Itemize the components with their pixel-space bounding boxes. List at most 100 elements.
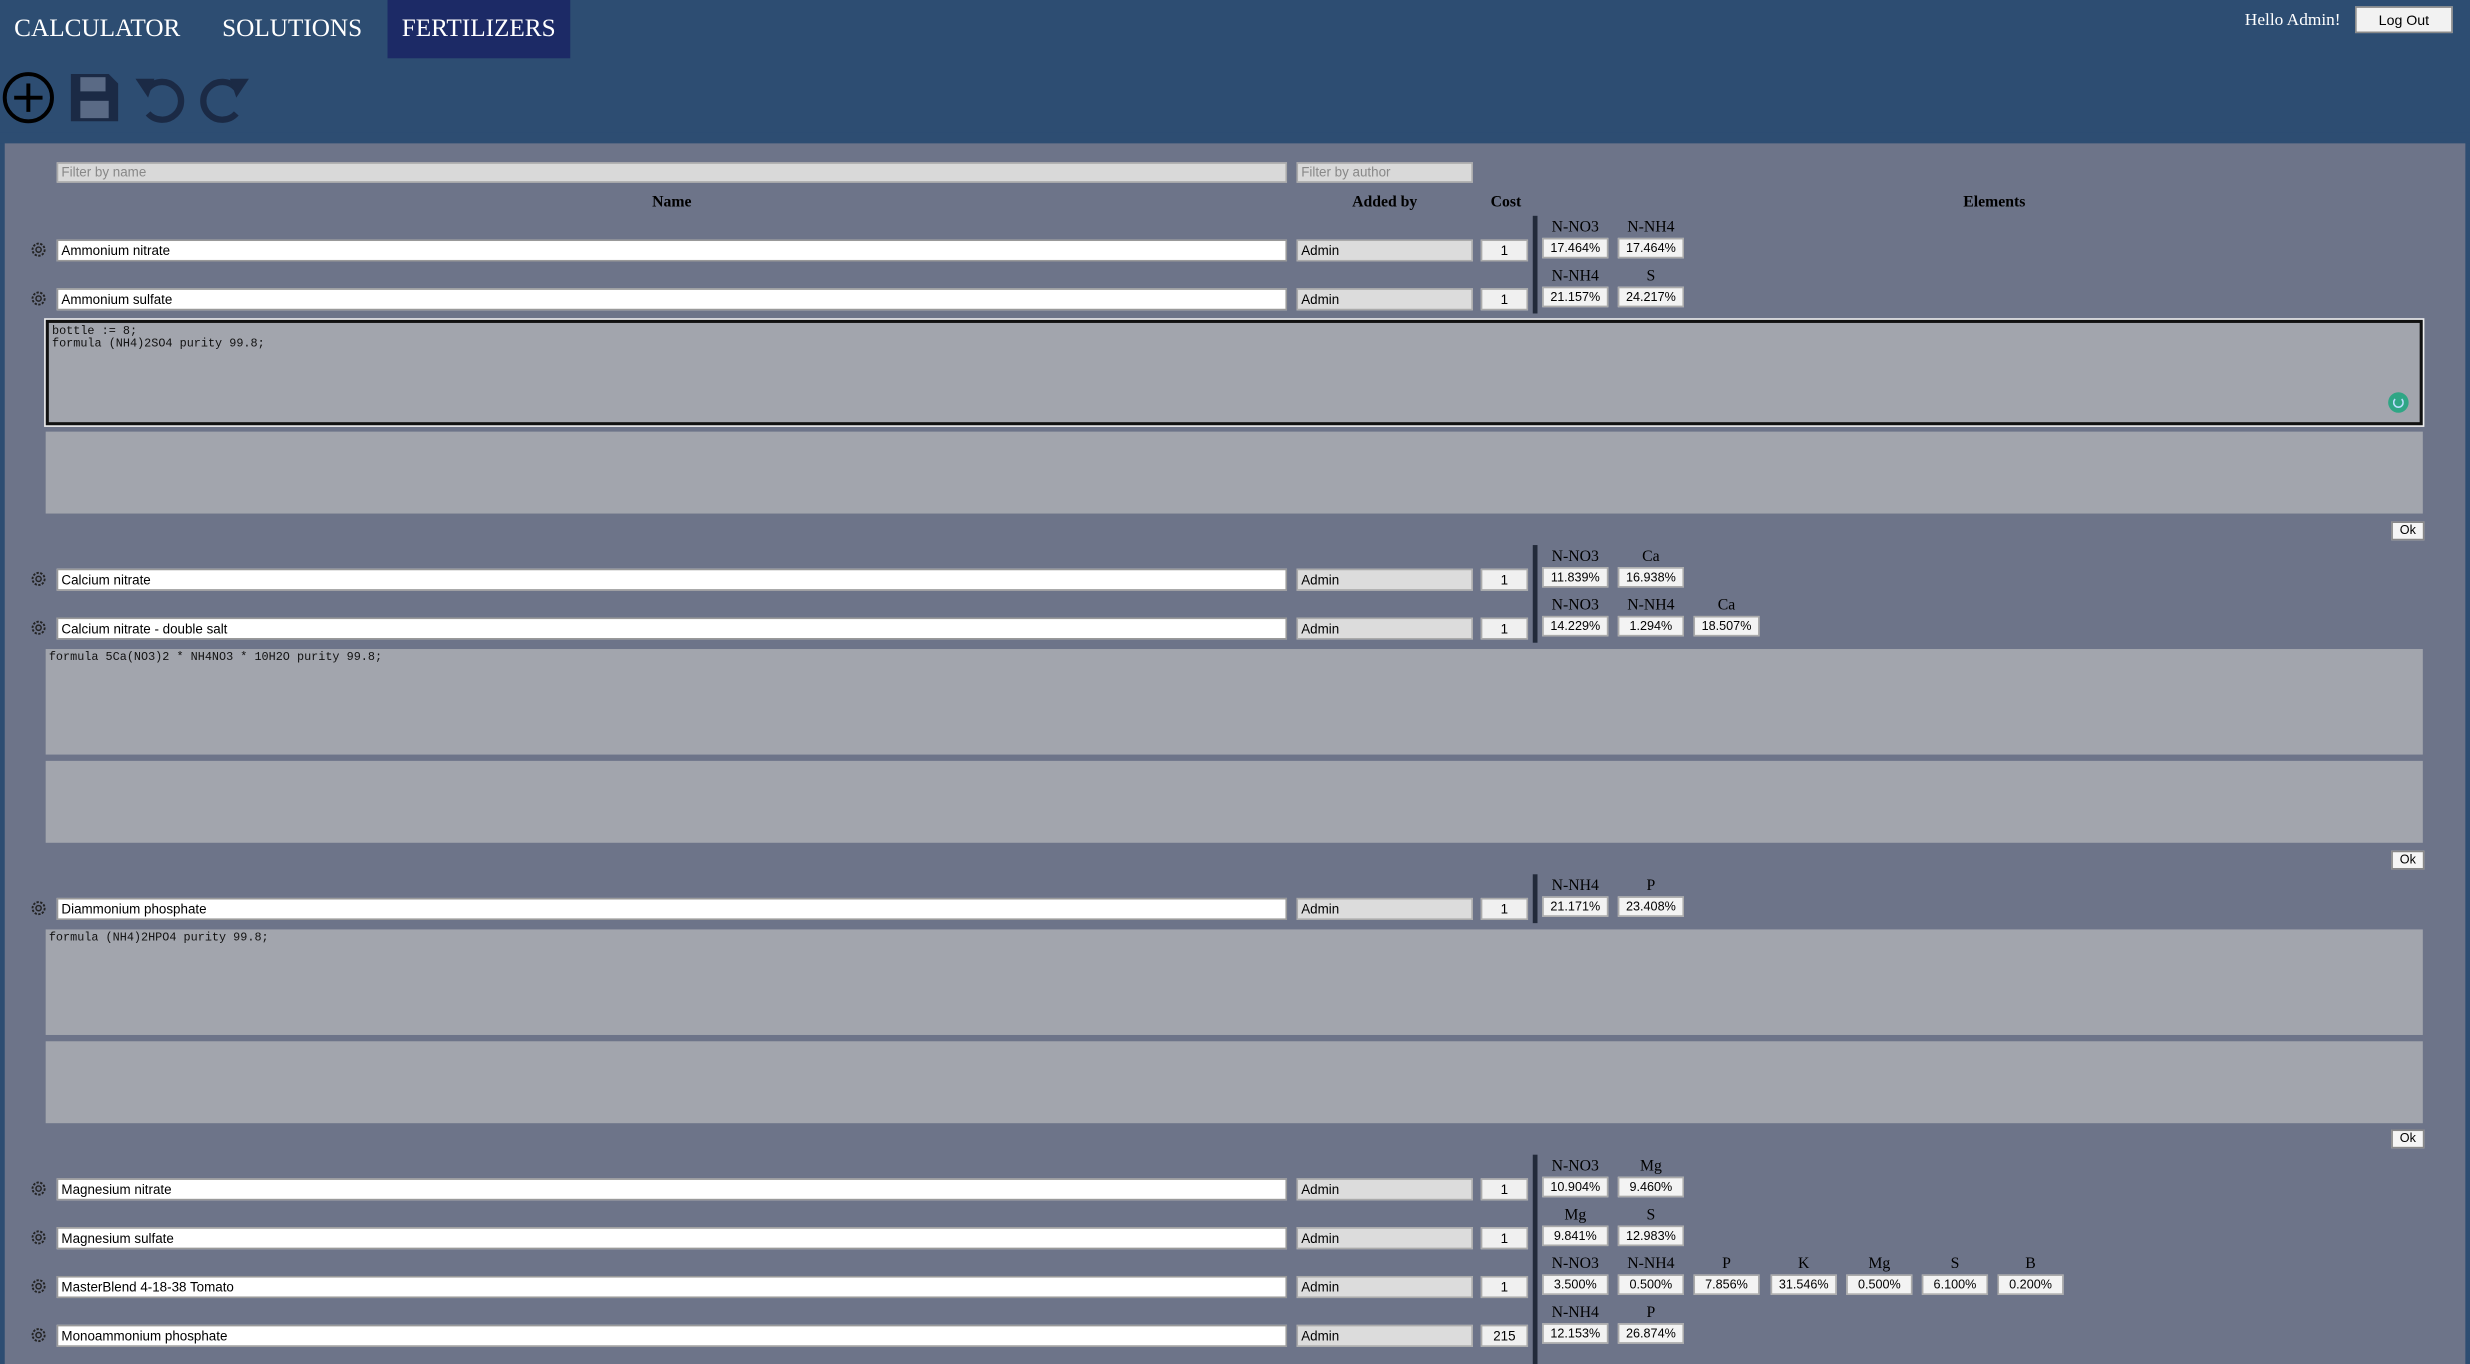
ok-button[interactable]: Ok — [2391, 850, 2425, 870]
element-name: Mg — [1868, 1255, 1891, 1273]
cost-input[interactable]: 1 — [1480, 617, 1529, 640]
name-filter-input[interactable]: Filter by name — [56, 162, 1288, 183]
element-value: 6.100% — [1921, 1274, 1989, 1295]
fertilizer-name-input[interactable]: Diammonium phosphate — [56, 897, 1288, 920]
ok-button[interactable]: Ok — [2391, 521, 2425, 541]
fertilizer-name-input[interactable]: Calcium nitrate — [56, 568, 1288, 591]
element-name: Ca — [1717, 597, 1736, 615]
fertilizer-name-input[interactable]: Magnesium sulfate — [56, 1227, 1288, 1250]
tab-calculator[interactable]: CALCULATOR — [0, 0, 195, 58]
element-cell: N-NH4 0.500% — [1617, 1256, 1684, 1295]
fertilizer-row: Ammonium sulfate Admin 1 N-NH4 21.157% S … — [0, 268, 2470, 324]
settings-gear-icon[interactable] — [30, 1326, 47, 1343]
fertilizer-row: MasterBlend 4-18-38 Tomato Admin 1 N-NO3… — [0, 1256, 2470, 1312]
fertilizer-name-input[interactable]: Ammonium sulfate — [56, 288, 1288, 311]
formula-editor[interactable]: formula 5Ca(NO3)2 * NH4NO3 * 10H2O purit… — [45, 649, 2423, 755]
element-name: N-NO3 — [1551, 1255, 1599, 1273]
undo-icon[interactable] — [132, 69, 189, 126]
added-by-field: Admin — [1296, 568, 1473, 591]
fertilizer-name-input[interactable]: Monoammonium phosphate — [56, 1324, 1288, 1347]
element-cell: S 24.217% — [1617, 268, 1684, 308]
element-value: 7.856% — [1693, 1274, 1760, 1295]
logout-button[interactable]: Log Out — [2355, 6, 2453, 34]
fertilizer-row: Magnesium sulfate Admin 1 Mg 9.841% S 12.… — [0, 1207, 2470, 1263]
save-icon[interactable] — [66, 69, 123, 126]
settings-gear-icon[interactable] — [30, 290, 47, 307]
settings-gear-icon[interactable] — [30, 570, 47, 587]
element-cell: Mg 9.460% — [1617, 1158, 1684, 1198]
element-cell: P 26.874% — [1617, 1304, 1684, 1344]
formula-editor[interactable]: bottle := 8; formula (NH4)2SO4 purity 99… — [44, 318, 2425, 427]
cost-input[interactable]: 1 — [1480, 239, 1529, 262]
settings-gear-icon[interactable] — [30, 619, 47, 636]
column-header-added-by: Added by — [1352, 193, 1418, 212]
element-name: S — [1646, 1206, 1656, 1225]
element-value: 1.294% — [1617, 615, 1684, 637]
element-cell: S 6.100% — [1921, 1255, 1989, 1295]
settings-gear-icon[interactable] — [30, 899, 47, 916]
settings-gear-icon[interactable] — [30, 1278, 47, 1295]
loading-spinner-icon — [2388, 392, 2409, 413]
fertilizer-row: Monoammonium phosphate Admin 215 N-NH4 1… — [0, 1304, 2470, 1361]
cost-input[interactable]: 1 — [1480, 897, 1529, 920]
element-name: K — [1798, 1255, 1810, 1273]
cost-input[interactable]: 1 — [1480, 1178, 1529, 1201]
element-value: 12.153% — [1542, 1323, 1609, 1344]
element-name: N-NO3 — [1551, 1157, 1599, 1176]
added-by-field: Admin — [1296, 239, 1473, 262]
element-name: N-NO3 — [1551, 218, 1599, 237]
ok-button[interactable]: Ok — [2391, 1129, 2425, 1149]
element-name: P — [1646, 877, 1656, 895]
fertilizer-name-input[interactable]: Ammonium nitrate — [56, 239, 1288, 262]
element-name: S — [1950, 1255, 1960, 1273]
added-by-field: Admin — [1296, 617, 1473, 640]
add-icon[interactable] — [0, 69, 57, 126]
column-header-cost: Cost — [1490, 193, 1522, 212]
formula-output — [45, 1041, 2423, 1124]
element-cell: Mg 9.841% — [1542, 1206, 1609, 1247]
column-header-name: Name — [652, 193, 692, 212]
fertilizer-row: Diammonium phosphate Admin 1 N-NH4 21.17… — [0, 877, 2470, 934]
element-cell: N-NH4 1.294% — [1617, 597, 1684, 637]
fertilizer-name-input[interactable]: MasterBlend 4-18-38 Tomato — [56, 1275, 1288, 1299]
element-name: Mg — [1564, 1206, 1587, 1225]
element-value: 9.841% — [1542, 1225, 1609, 1247]
fertilizer-row: Calcium nitrate - double salt Admin 1 N-… — [0, 597, 2470, 653]
cost-input[interactable]: 215 — [1480, 1324, 1529, 1347]
fertilizer-name-input[interactable]: Magnesium nitrate — [56, 1178, 1288, 1201]
cost-input[interactable]: 1 — [1480, 568, 1529, 591]
added-by-field: Admin — [1296, 1324, 1473, 1347]
element-value: 17.464% — [1542, 237, 1609, 259]
redo-icon[interactable] — [195, 69, 252, 126]
element-cell: N-NH4 17.464% — [1617, 219, 1684, 259]
element-cell: Ca 18.507% — [1693, 597, 1760, 637]
element-cell: N-NO3 14.229% — [1542, 597, 1609, 637]
element-cell: P 23.408% — [1617, 877, 1684, 917]
element-value: 24.217% — [1617, 286, 1684, 308]
settings-gear-icon[interactable] — [30, 1229, 47, 1246]
app-header: CALCULATOR SOLUTIONS FERTILIZERS Hello A… — [0, 0, 2470, 133]
author-filter-input[interactable]: Filter by author — [1296, 162, 1473, 183]
tab-solutions[interactable]: SOLUTIONS — [208, 0, 375, 58]
cost-input[interactable]: 1 — [1480, 1275, 1529, 1299]
formula-editor[interactable]: formula (NH4)2HPO4 purity 99.8; — [45, 929, 2423, 1035]
element-value: 31.546% — [1770, 1274, 1837, 1295]
settings-gear-icon[interactable] — [30, 1180, 47, 1197]
formula-output — [45, 760, 2423, 843]
element-name: N-NH4 — [1627, 597, 1675, 615]
element-cell: B 0.200% — [1997, 1256, 2064, 1295]
cost-input[interactable]: 1 — [1480, 1227, 1529, 1250]
element-cell: S 12.983% — [1617, 1206, 1684, 1247]
element-value: 18.507% — [1693, 615, 1760, 637]
fertilizer-name-input[interactable]: Calcium nitrate - double salt — [56, 617, 1288, 640]
element-value: 17.464% — [1617, 237, 1684, 259]
added-by-field: Admin — [1296, 1227, 1473, 1250]
settings-gear-icon[interactable] — [30, 241, 47, 258]
cost-input[interactable]: 1 — [1480, 288, 1529, 311]
element-value: 9.460% — [1617, 1176, 1684, 1198]
added-by-field: Admin — [1296, 897, 1473, 920]
greeting-text: Hello Admin! — [2244, 11, 2341, 30]
element-value: 16.938% — [1617, 567, 1684, 588]
element-value: 0.500% — [1846, 1274, 1913, 1295]
tab-fertilizers[interactable]: FERTILIZERS — [387, 0, 571, 59]
